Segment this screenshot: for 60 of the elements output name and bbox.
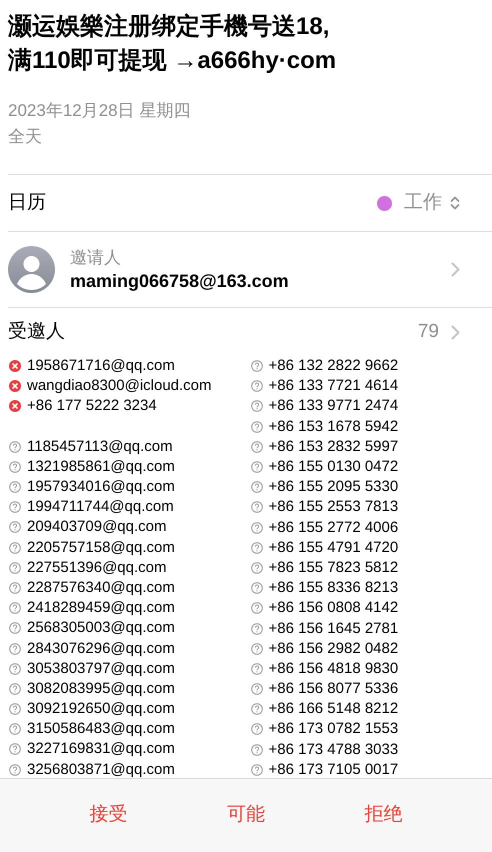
invitee-contact: +86 155 7823 5812 — [268, 558, 398, 578]
invitee-contact: +86 153 2832 5997 — [268, 436, 398, 457]
invitee-contact: +86 173 4788 3033 — [268, 740, 398, 760]
invitee-contact: +86 133 7721 4614 — [268, 376, 398, 396]
invitee-contact: +86 132 2822 9662 — [268, 356, 398, 376]
invitee-contact: 1958671716@qq.com — [27, 356, 175, 376]
invitee-contact: +86 173 7105 0017 — [268, 760, 398, 780]
invitee-contact: 2568305003@qq.com — [27, 618, 175, 638]
avatar-icon — [8, 246, 55, 293]
inviter-row[interactable]: 邀请人 maming066758@163.com — [0, 232, 492, 307]
invitee-contact: 1185457113@qq.com — [27, 436, 173, 457]
invitee-contact: +86 156 1645 2781 — [268, 618, 398, 639]
invitee-contact: +86 173 0782 1553 — [268, 719, 398, 740]
invitee-contact: 3256803871@qq.com — [27, 760, 175, 780]
event-date: 2023年12月28日 星期四 — [8, 100, 192, 122]
invitee-contact: 3053803797@qq.com — [27, 658, 175, 679]
invitee-contact: +86 155 0130 0472 — [268, 457, 398, 478]
invitee-contact: 3092192650@qq.com — [27, 699, 175, 720]
invitee-contact: +86 155 4791 4720 — [268, 538, 398, 558]
invitee-contact: 227551396@qq.com — [27, 558, 166, 578]
response-button[interactable]: 拒绝 — [356, 801, 410, 830]
invitee-contact: +86 133 9771 2474 — [268, 396, 398, 416]
inviter-label: 邀请人 — [70, 246, 122, 268]
invitee-contact: 3150586483@qq.com — [27, 719, 175, 740]
invitee-count: 79 — [418, 320, 439, 344]
invitee-contact: 3082083995@qq.com — [27, 678, 175, 699]
invitee-contact: +86 155 2772 4006 — [268, 518, 398, 538]
invitee-contact: +86 166 5148 8212 — [268, 699, 398, 720]
chevron-right-icon — [451, 324, 460, 340]
invitee-contact: +86 155 2095 5330 — [268, 477, 398, 498]
invitee-contact: +86 156 2982 0482 — [268, 638, 398, 659]
invitees-label: 受邀人 — [8, 320, 65, 344]
calendar-picker[interactable]: 工作 — [404, 188, 460, 218]
invitee-contact: 1321985861@qq.com — [27, 456, 175, 477]
invitee-contact: 2205757158@qq.com — [27, 538, 175, 558]
invitee-contact: wangdiao8300@icloud.com — [27, 376, 212, 396]
inviter-email: maming066758@163.com — [70, 270, 289, 292]
chevron-right-icon — [451, 262, 460, 277]
calendar-label: 日历 — [8, 190, 46, 215]
invitee-contact: 3227169831@qq.com — [27, 739, 175, 760]
response-button[interactable]: 接受 — [82, 801, 136, 830]
invitee-contact: +86 177 5222 3234 — [27, 396, 157, 416]
event-time: 全天 — [8, 126, 43, 148]
invitee-contact: +86 155 8336 8213 — [268, 578, 398, 598]
invitee-contact: 2287576340@qq.com — [27, 578, 175, 598]
up-down-chevron-icon — [450, 195, 460, 211]
invitee-contact: +86 156 0808 4142 — [268, 598, 398, 618]
invitee-contact: 2843076296@qq.com — [27, 638, 175, 659]
invitee-contact: +86 156 4818 9830 — [268, 658, 398, 679]
event-title: 满110即可提现 →a666hy·com — [8, 46, 338, 76]
invitee-contact: 209403709@qq.com — [27, 517, 166, 538]
response-button[interactable]: 可能 — [218, 801, 273, 830]
invitee-contact: +86 156 8077 5336 — [268, 679, 398, 700]
invitee-contact: 1994711744@qq.com — [27, 497, 174, 518]
invitee-contact: +86 153 1678 5942 — [268, 416, 398, 437]
invitees-row[interactable]: 受邀人 79 — [0, 308, 492, 356]
event-title: 灏运娛樂注册绑定手機号送18, — [8, 12, 330, 42]
invitee-contact: 1957934016@qq.com — [27, 477, 175, 498]
invitee-contact: 2418289459@qq.com — [27, 598, 175, 618]
invitee-contact: +86 155 2553 7813 — [268, 497, 398, 518]
